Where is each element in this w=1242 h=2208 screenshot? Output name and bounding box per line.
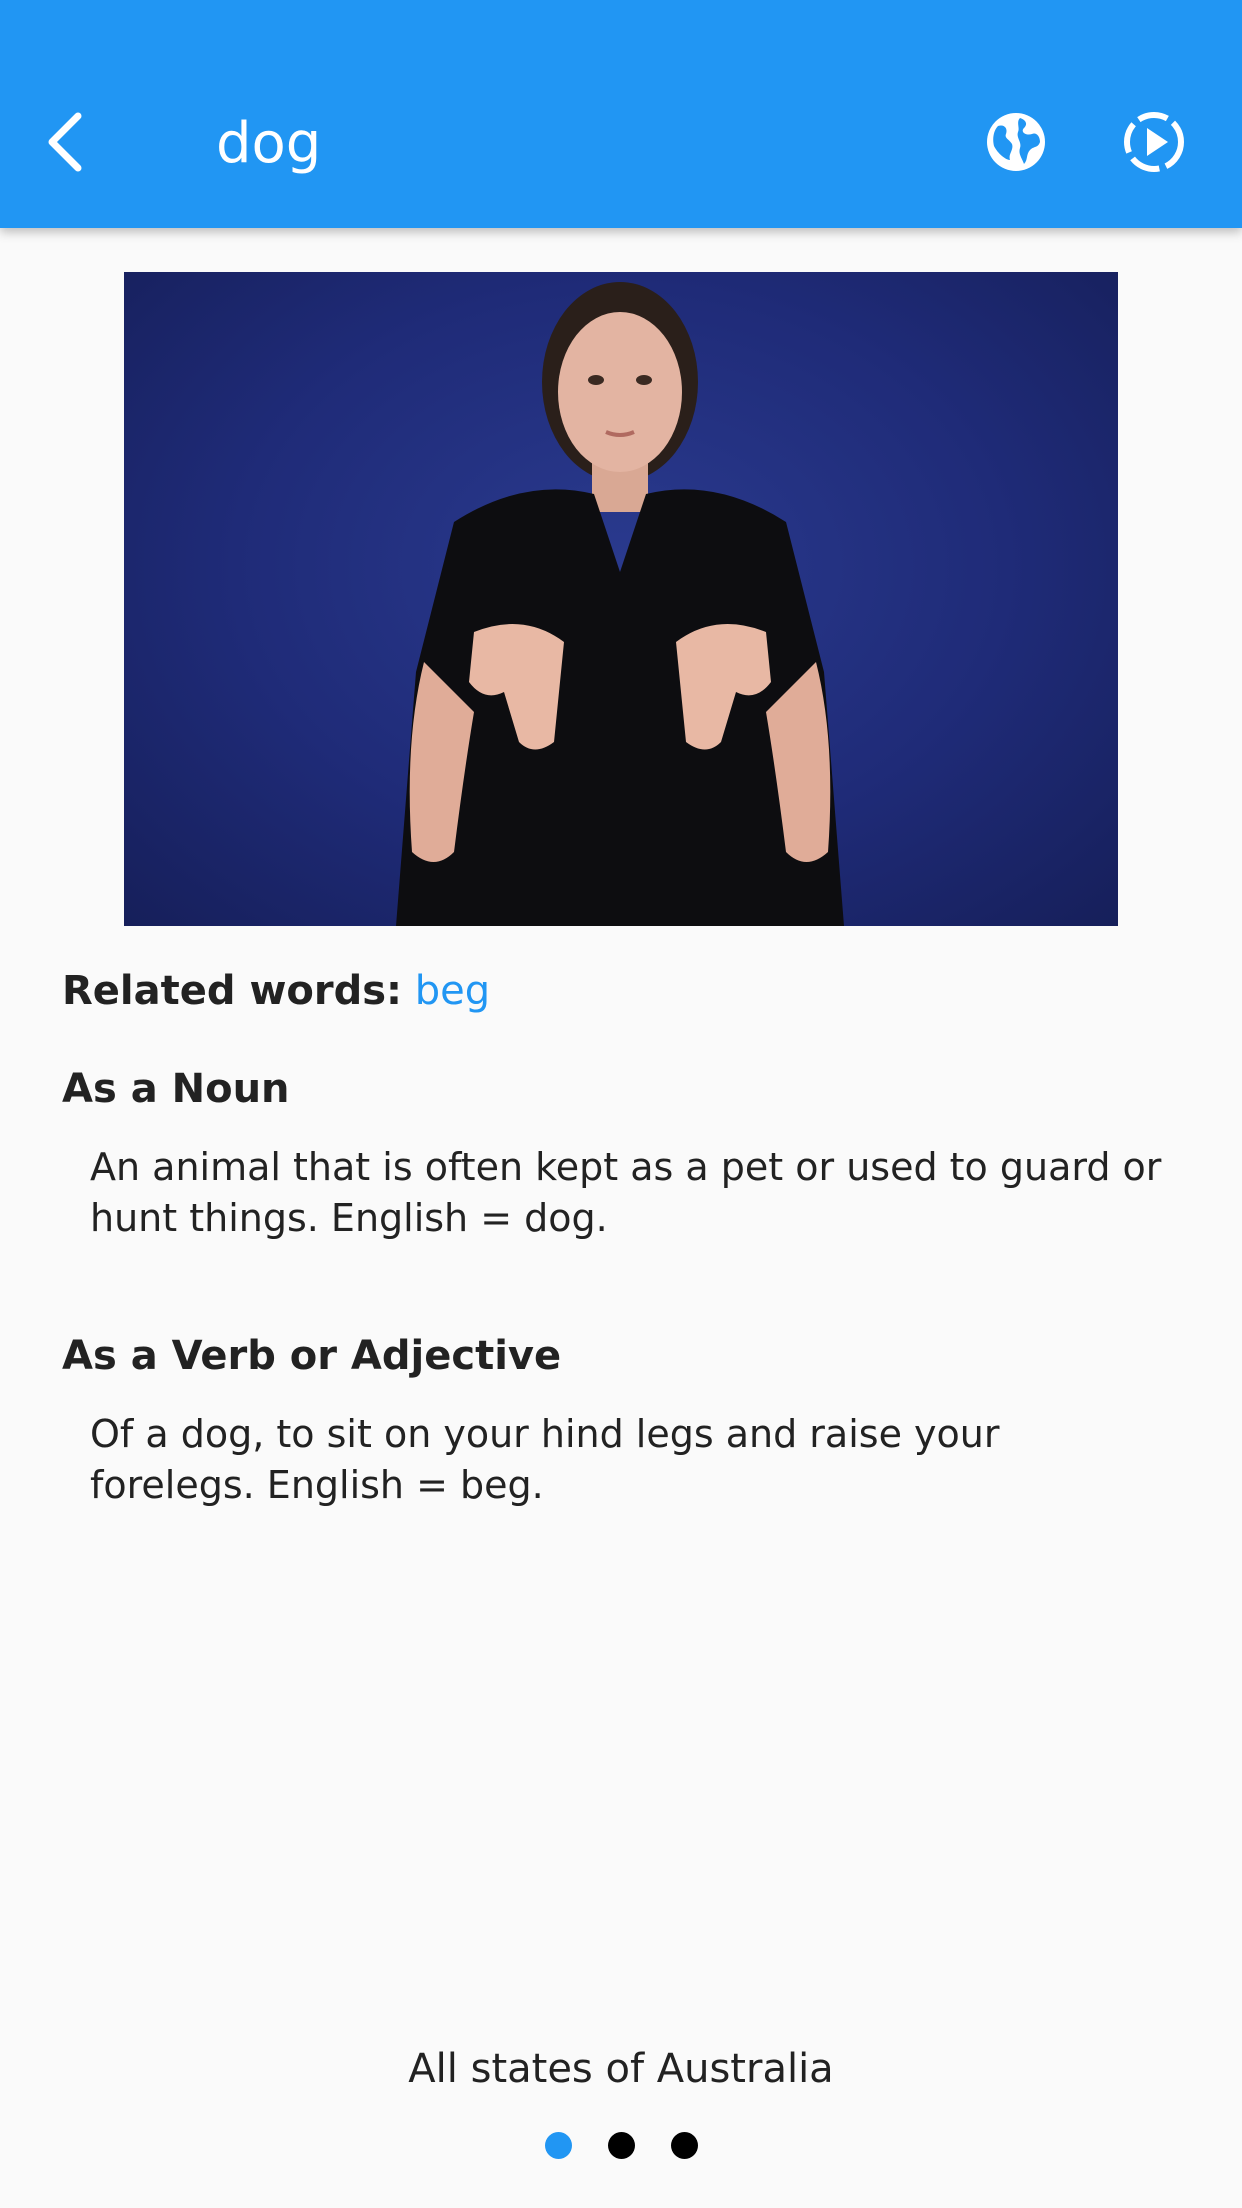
status-bar xyxy=(0,0,1242,8)
definition-heading: As a Verb or Adjective xyxy=(62,1333,562,1379)
globe-icon xyxy=(984,110,1048,179)
definition-heading: As a Noun xyxy=(62,1066,290,1112)
region-label: All states of Australia xyxy=(408,2046,834,2092)
definition-text: Of a dog, to sit on your hind legs and r… xyxy=(90,1412,1000,1507)
related-words-label: Related words: xyxy=(62,968,403,1014)
sign-video[interactable] xyxy=(124,272,1118,926)
page-indicator xyxy=(0,2132,1242,2159)
autoplay-button[interactable] xyxy=(1110,100,1198,188)
signer-illustration xyxy=(396,282,844,926)
page-dot-1[interactable] xyxy=(544,2132,572,2159)
app-bar: dog xyxy=(0,0,1242,228)
page-title: dog xyxy=(216,111,322,176)
related-words: Related words: beg xyxy=(62,968,490,1014)
back-button[interactable] xyxy=(30,100,102,188)
page-dot-2[interactable] xyxy=(607,2132,635,2159)
region-button[interactable] xyxy=(972,100,1060,188)
page-dot-3[interactable] xyxy=(670,2132,698,2159)
sign-detail-screen: dog Related words: beg As a Noun An anim… xyxy=(0,0,1242,2208)
related-word-link[interactable]: beg xyxy=(415,968,490,1014)
definition-text: An animal that is often kept as a pet or… xyxy=(90,1145,1162,1240)
play-circle-icon xyxy=(1122,110,1186,179)
chevron-left-icon xyxy=(44,110,88,179)
